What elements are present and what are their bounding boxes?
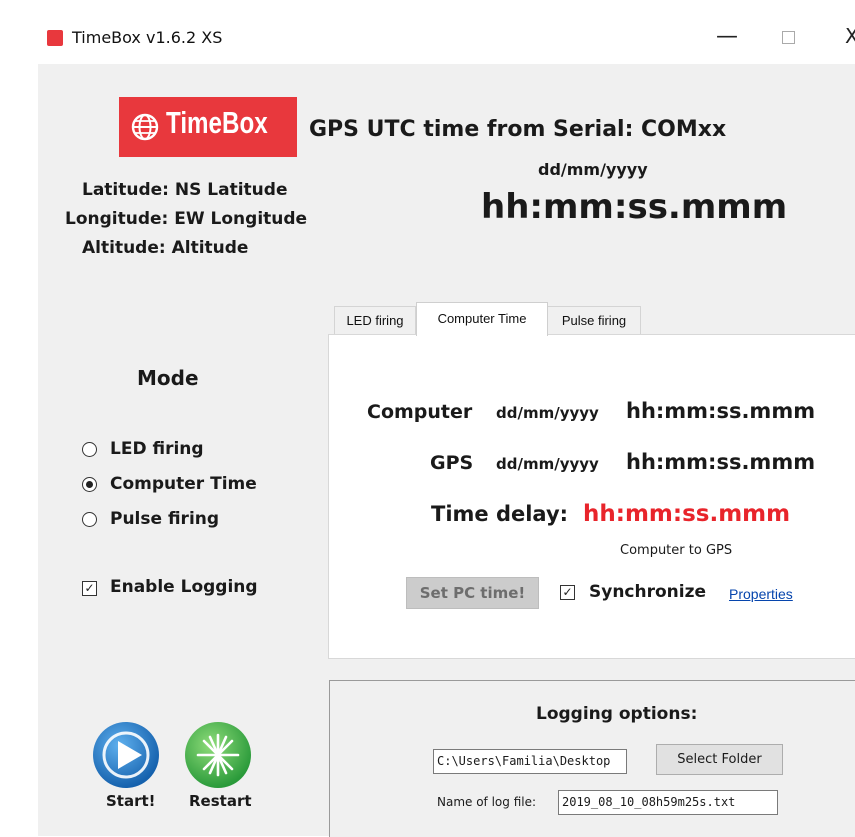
computer-date: dd/mm/yyyy [496,404,599,422]
globe-icon [131,113,159,141]
start-label: Start! [106,792,156,810]
time-delay-label: Time delay: [431,502,569,526]
gps-title: GPS UTC time from Serial: COMxx [309,117,727,142]
tab-led-firing[interactable]: LED firing [334,306,416,334]
radio-label-computer-time: Computer Time [110,474,257,494]
close-button[interactable]: X [845,24,855,48]
computer-time: hh:mm:ss.mmm [626,399,816,423]
time-delay-value: hh:mm:ss.mmm [583,501,791,527]
computer-label: Computer [367,401,473,423]
logo-text: TimeBox [166,105,268,140]
restart-label: Restart [189,792,252,810]
radio-pulse-firing[interactable] [82,512,97,527]
latitude-label: Latitude: NS Latitude [82,180,288,200]
maximize-button[interactable] [782,31,795,44]
gps-row-date: dd/mm/yyyy [496,455,599,473]
radio-led-firing[interactable] [82,442,97,457]
folder-path-input[interactable]: C:\Users\Familia\Desktop [433,749,627,774]
log-file-input[interactable]: 2019_08_10_08h59m25s.txt [558,790,778,815]
tab-pulse-firing[interactable]: Pulse firing [547,306,641,334]
play-icon[interactable] [92,721,160,789]
delay-note: Computer to GPS [620,543,733,558]
mode-title: Mode [137,366,199,390]
gps-date: dd/mm/yyyy [538,160,648,179]
app-icon [47,30,63,46]
radio-label-pulse-firing: Pulse firing [110,509,220,529]
burst-icon[interactable] [182,721,254,789]
log-file-label: Name of log file: [437,795,537,809]
enable-logging-checkbox[interactable]: ✓ [82,581,97,596]
minimize-button[interactable]: — [716,24,738,49]
set-pc-time-button[interactable]: Set PC time! [406,577,539,609]
computer-time-panel [328,334,855,659]
tab-computer-time[interactable]: Computer Time [416,302,548,336]
gps-time: hh:mm:ss.mmm [481,187,788,227]
radio-label-led-firing: LED firing [110,439,204,459]
enable-logging-label: Enable Logging [110,577,258,597]
synchronize-checkbox[interactable]: ✓ [560,585,575,600]
longitude-label: Longitude: EW Longitude [65,209,308,229]
gps-row-time: hh:mm:ss.mmm [626,450,816,474]
synchronize-label: Synchronize [589,582,707,602]
window-title: TimeBox v1.6.2 XS [72,28,223,47]
logging-options-title: Logging options: [536,704,698,724]
properties-link[interactable]: Properties [729,586,793,602]
gps-row-label: GPS [430,452,474,474]
select-folder-button[interactable]: Select Folder [656,744,783,775]
altitude-label: Altitude: Altitude [82,238,249,258]
radio-computer-time[interactable] [82,477,97,492]
